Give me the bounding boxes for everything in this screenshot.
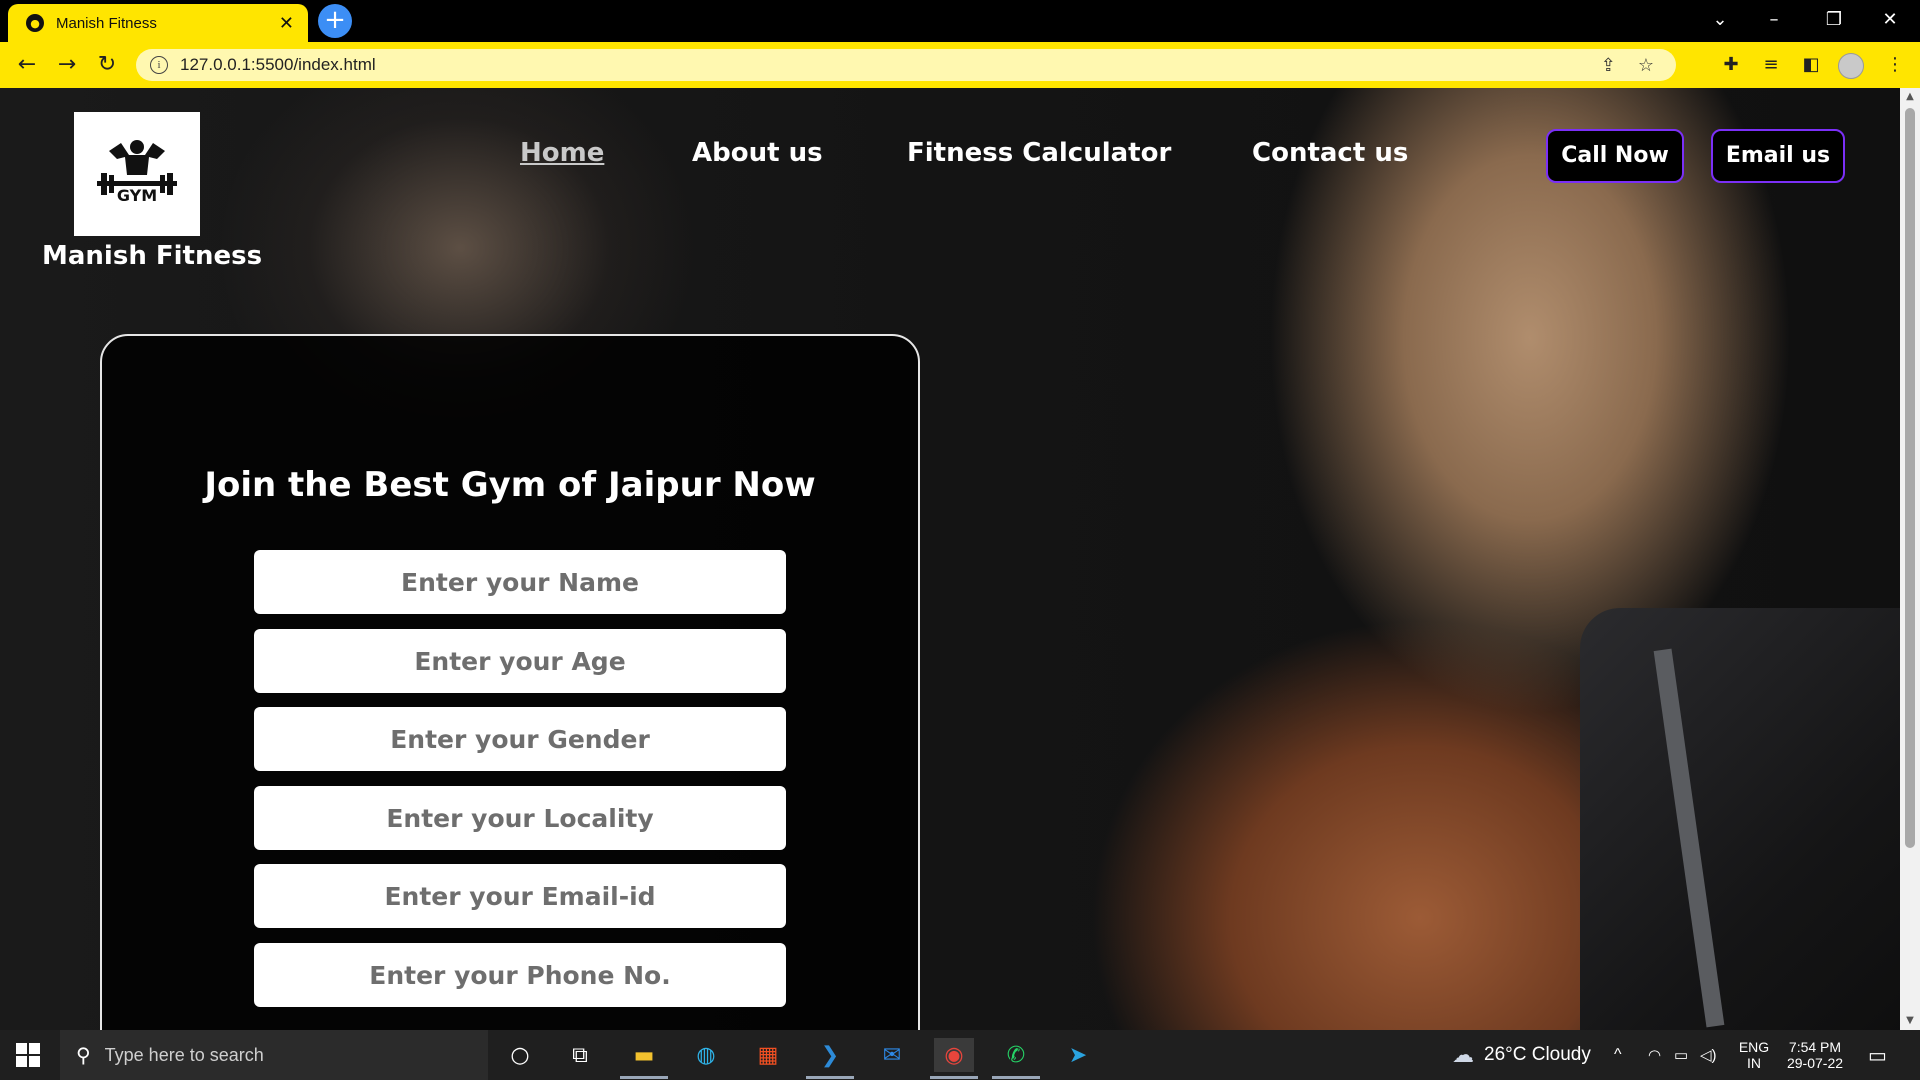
scroll-up-icon[interactable]: ▲	[1900, 88, 1920, 106]
search-icon: ⚲	[76, 1043, 91, 1067]
clock[interactable]: 7:54 PM 29-07-22	[1782, 1030, 1848, 1080]
browser-menu-icon[interactable]: ⋮	[1880, 50, 1910, 80]
site-favicon-icon: ●	[26, 14, 44, 32]
browser-toolbar: ← → ↻ i 127.0.0.1:5500/index.html ⇪ ☆ ✚ …	[0, 42, 1920, 88]
whatsapp-running-indicator	[992, 1076, 1040, 1079]
email-us-button[interactable]: Email us	[1711, 129, 1845, 183]
mail-icon[interactable]: ✉	[872, 1038, 912, 1072]
task-view-icon[interactable]: ⧉	[560, 1038, 600, 1072]
close-window-button[interactable]: ✕	[1862, 0, 1918, 42]
nav-fitness-calculator-link[interactable]: Fitness Calculator	[907, 138, 1171, 168]
back-arrow-icon[interactable]: ←	[12, 50, 42, 80]
file-explorer-running-indicator	[620, 1076, 668, 1079]
cloud-icon: ☁	[1452, 1042, 1474, 1067]
site-info-icon[interactable]: i	[150, 56, 168, 74]
email-input[interactable]	[254, 864, 786, 928]
extensions-puzzle-icon[interactable]: ✚	[1716, 50, 1746, 80]
nav-contact-link[interactable]: Contact us	[1252, 138, 1408, 168]
logo-text: GYM	[117, 186, 157, 205]
gym-logo-icon: GYM	[97, 140, 177, 205]
age-input[interactable]	[254, 629, 786, 693]
form-title: Join the Best Gym of Jaipur Now	[204, 465, 816, 505]
lang-bottom: IN	[1747, 1055, 1761, 1071]
store-icon[interactable]: ▦	[748, 1038, 788, 1072]
network-icon[interactable]: ◠	[1648, 1030, 1661, 1080]
page-scrollbar[interactable]: ▲ ▼	[1900, 88, 1920, 1030]
nav-home-link[interactable]: Home	[520, 138, 604, 168]
forward-arrow-icon[interactable]: →	[52, 50, 82, 80]
nav-about-link[interactable]: About us	[692, 138, 823, 168]
whatsapp-icon[interactable]: ✆	[996, 1038, 1036, 1072]
telegram-icon[interactable]: ➤	[1058, 1038, 1098, 1072]
phone-input[interactable]	[254, 943, 786, 1007]
battery-icon[interactable]: ▭	[1674, 1030, 1688, 1080]
share-icon[interactable]: ⇪	[1601, 55, 1616, 76]
locality-input[interactable]	[254, 786, 786, 850]
tab-search-chevron-icon[interactable]: ⌄	[1692, 0, 1748, 42]
cortana-icon[interactable]: ○	[500, 1038, 540, 1072]
vscode-icon[interactable]: ❯	[810, 1038, 850, 1072]
restore-button[interactable]: ❐	[1806, 0, 1862, 42]
volume-icon[interactable]: ◁)	[1700, 1030, 1717, 1080]
scroll-down-icon[interactable]: ▼	[1900, 1012, 1920, 1030]
file-explorer-icon[interactable]: ▬	[624, 1038, 664, 1072]
close-tab-icon[interactable]: ✕	[279, 13, 294, 34]
side-panel-icon[interactable]: ◧	[1796, 50, 1826, 80]
taskbar-search-box[interactable]: ⚲ Type here to search	[60, 1030, 488, 1080]
scrollbar-thumb[interactable]	[1905, 108, 1915, 848]
clock-time: 7:54 PM	[1788, 1039, 1842, 1055]
input-language-indicator[interactable]: ENG IN	[1736, 1030, 1772, 1080]
vscode-running-indicator	[806, 1076, 854, 1079]
edge-icon[interactable]: ◍	[686, 1038, 726, 1072]
notifications-icon[interactable]: ▭	[1868, 1030, 1887, 1080]
name-input[interactable]	[254, 550, 786, 614]
show-hidden-icons-chevron-icon[interactable]: ^	[1614, 1030, 1622, 1080]
chrome-icon[interactable]: ◉	[934, 1038, 974, 1072]
taskbar-search-placeholder: Type here to search	[104, 1044, 264, 1065]
new-tab-button[interactable]: +	[318, 4, 352, 38]
lang-top: ENG	[1738, 1039, 1770, 1055]
address-bar[interactable]: i 127.0.0.1:5500/index.html ⇪ ☆	[136, 49, 1676, 81]
windows-taskbar: ⚲ Type here to search ○ ⧉ ▬ ◍ ▦ ❯ ✉ ◉ ✆ …	[0, 1030, 1920, 1080]
browser-tab-strip: ● Manish Fitness ✕ + ⌄ – ❐ ✕	[0, 0, 1920, 42]
chrome-running-indicator	[930, 1076, 978, 1079]
tab-title: Manish Fitness	[56, 14, 157, 32]
gender-input[interactable]	[254, 707, 786, 771]
bookmark-star-icon[interactable]: ☆	[1638, 55, 1654, 76]
brand-name: Manish Fitness	[42, 241, 263, 271]
reload-icon[interactable]: ↻	[92, 50, 122, 80]
gym-logo[interactable]: GYM	[74, 112, 200, 236]
hero-photo-tank-top	[1580, 608, 1900, 1030]
url-text[interactable]: 127.0.0.1:5500/index.html	[180, 55, 1601, 75]
media-queue-icon[interactable]: ≡	[1756, 50, 1786, 80]
profile-avatar[interactable]	[1838, 53, 1864, 79]
windows-start-icon[interactable]	[16, 1043, 40, 1067]
minimize-button[interactable]: –	[1746, 0, 1802, 42]
browser-tab[interactable]: ● Manish Fitness ✕	[8, 4, 308, 42]
weather-text: 26°C Cloudy	[1484, 1044, 1591, 1065]
weather-widget[interactable]: ☁ 26°C Cloudy	[1452, 1030, 1591, 1080]
clock-date: 29-07-22	[1786, 1055, 1844, 1071]
call-now-button[interactable]: Call Now	[1546, 129, 1684, 183]
